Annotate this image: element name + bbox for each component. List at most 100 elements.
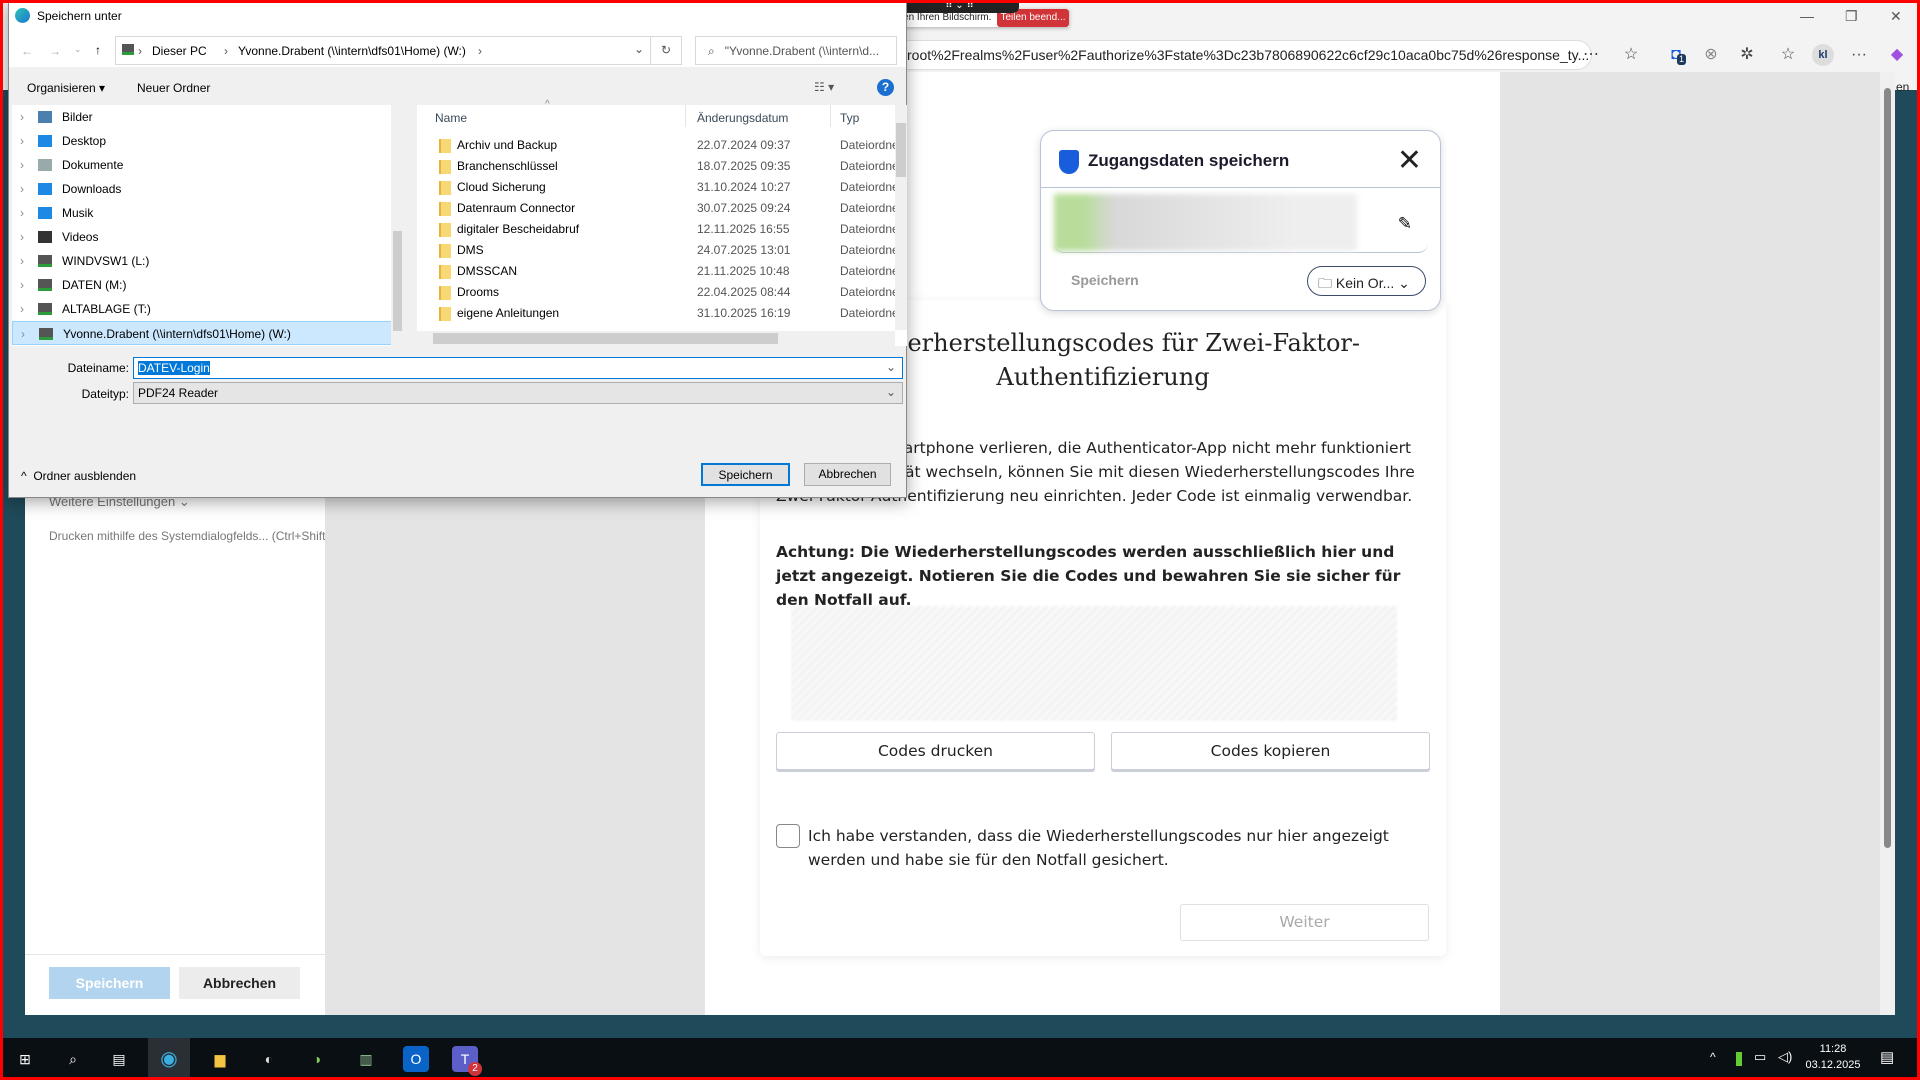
start-icon[interactable]: ⊞ [12, 1046, 38, 1072]
chevron-right-icon[interactable]: › [21, 322, 25, 346]
file-row[interactable]: Datenraum Connector30.07.2025 09:24Datei… [417, 198, 895, 219]
app-green-icon[interactable]: ◑ [304, 1046, 330, 1072]
file-vscrollbar[interactable] [895, 105, 907, 330]
folder-select[interactable]: 🗀 Kein Or... ⌄ [1307, 266, 1426, 296]
breadcrumb-item[interactable]: Dieser PC [152, 44, 207, 58]
extension-icon[interactable]: ⊗ [1700, 44, 1722, 66]
teams-icon[interactable]: T2 [452, 1046, 478, 1072]
hide-folders-toggle[interactable]: ^ Ordner ausblenden [21, 469, 136, 483]
file-row[interactable]: Archiv und Backup22.07.2024 09:37Dateior… [417, 135, 895, 156]
tree-item[interactable]: ›Videos [12, 225, 392, 249]
clipped-text: en [1896, 80, 1909, 94]
chevron-right-icon[interactable]: › [20, 153, 24, 177]
chevron-right-icon[interactable]: › [20, 129, 24, 153]
system-dialog-link[interactable]: Drucken mithilfe des Systemdialogfelds..… [49, 529, 325, 543]
chevron-right-icon[interactable]: › [20, 177, 24, 201]
edit-icon[interactable]: ✎ [1398, 214, 1412, 234]
share-toolbar-handle[interactable]: ⠿ ⌄ ⠿ [900, 0, 1019, 13]
more-menu-icon[interactable]: ··· [1848, 44, 1870, 66]
breadcrumb-item[interactable]: Yvonne.Drabent (\\intern\dfs01\Home) (W:… [238, 44, 466, 58]
outlook-icon[interactable]: O [403, 1046, 429, 1072]
chevron-right-icon[interactable]: › [20, 249, 24, 273]
tree-scrollbar[interactable] [391, 105, 404, 346]
close-window-button[interactable]: ✕ [1890, 8, 1902, 25]
copy-codes-button[interactable]: Codes kopieren [1111, 732, 1430, 770]
file-row[interactable]: digitaler Bescheidabruf12.11.2025 16:55D… [417, 219, 895, 240]
search-input[interactable]: ⌕ "Yvonne.Drabent (\\intern\d... [695, 36, 897, 65]
file-row[interactable]: eigene Anleitungen31.10.2025 16:19Dateio… [417, 303, 895, 324]
address-breadcrumb[interactable]: › Dieser PC › Yvonne.Drabent (\\intern\d… [115, 36, 655, 65]
bitwarden-extension-icon[interactable]: ◘1 [1665, 44, 1687, 66]
confirm-checkbox[interactable] [776, 824, 800, 848]
chevron-right-icon[interactable]: › [20, 273, 24, 297]
organize-menu[interactable]: Organisieren ▾ [27, 81, 105, 95]
dialog-save-button[interactable]: Speichern [701, 463, 790, 486]
favorite-star-icon[interactable]: ☆ [1620, 44, 1642, 66]
tree-item[interactable]: ›ALTABLAGE (T:) [12, 297, 392, 321]
filetype-select[interactable]: PDF24 Reader⌄ [133, 382, 903, 404]
reader-icon[interactable]: ⋯ [1580, 44, 1602, 66]
confirm-label[interactable]: Ich habe verstanden, dass die Wiederhers… [808, 824, 1438, 872]
volume-icon[interactable]: ◁) [1778, 1049, 1792, 1065]
chevron-right-icon[interactable]: › [20, 201, 24, 225]
file-type: Dateiordner [840, 282, 895, 303]
back-button[interactable]: ← [21, 44, 33, 58]
chevron-right-icon[interactable]: › [20, 105, 24, 129]
favorites-icon[interactable]: ☆ [1777, 44, 1799, 66]
notification-icon[interactable]: ▤ [1880, 1048, 1894, 1066]
extensions-puzzle-icon[interactable]: ✲ [1736, 44, 1758, 66]
tree-item[interactable]: ›Musik [12, 201, 392, 225]
tree-item[interactable]: ›Bilder [12, 105, 392, 129]
tray-chevron-icon[interactable]: ^ [1710, 1050, 1716, 1064]
up-button[interactable]: ↑ [95, 43, 101, 57]
file-row[interactable]: DMSSCAN21.11.2025 10:48Dateiordner [417, 261, 895, 282]
print-cancel-button[interactable]: Abbrechen [179, 967, 300, 999]
tree-item[interactable]: ›Dokumente [12, 153, 392, 177]
print-save-button[interactable]: Speichern [49, 967, 170, 999]
battery-icon[interactable] [1736, 1052, 1742, 1066]
new-folder-button[interactable]: Neuer Ordner [137, 81, 210, 95]
edge-taskbar-icon[interactable]: ◉ [148, 1038, 190, 1080]
file-row[interactable]: DMS24.07.2025 13:01Dateiordner [417, 240, 895, 261]
tree-item[interactable]: ›Yvonne.Drabent (\\intern\dfs01\Home) (W… [12, 321, 392, 345]
copilot-icon[interactable]: ◆ [1886, 44, 1908, 66]
file-hscrollbar[interactable] [417, 331, 895, 346]
minimize-button[interactable]: — [1800, 8, 1814, 24]
tree-item[interactable]: ›Downloads [12, 177, 392, 201]
profile-avatar[interactable]: kl [1812, 44, 1834, 66]
chevron-right-icon[interactable]: › [20, 225, 24, 249]
search-icon[interactable]: ⌕ [60, 1046, 86, 1072]
dialog-title: Speichern unter [37, 9, 122, 23]
tree-item[interactable]: ›WINDVSW1 (L:) [12, 249, 392, 273]
task-view-icon[interactable]: ▤ [106, 1046, 132, 1072]
restore-button[interactable]: ❐ [1845, 8, 1858, 25]
file-row[interactable]: Cloud Sicherung31.10.2024 10:27Dateiordn… [417, 177, 895, 198]
help-icon[interactable]: ? [877, 79, 894, 96]
recent-dropdown[interactable]: ⌄ [74, 44, 82, 55]
dialog-cancel-button[interactable]: Abbrechen [804, 463, 891, 486]
tree-item[interactable]: ›Desktop [12, 129, 392, 153]
close-icon[interactable]: ✕ [1397, 143, 1422, 178]
file-row[interactable]: Branchenschlüssel18.07.2025 09:35Dateior… [417, 156, 895, 177]
chevron-down-icon[interactable]: ⌄ [634, 42, 644, 56]
clock[interactable]: 11:2803.12.2025 [1802, 1043, 1864, 1071]
filename-input[interactable]: DATEV-Login⌄ [133, 357, 903, 379]
scrollbar-thumb[interactable] [1884, 88, 1891, 848]
refresh-button[interactable]: ↻ [650, 36, 682, 65]
next-button[interactable]: Weiter [1180, 904, 1429, 941]
file-type: Dateiordner [840, 156, 895, 177]
file-explorer-icon[interactable]: ▆ [207, 1046, 233, 1072]
warning-paragraph: Achtung: Die Wiederherstellungscodes wer… [776, 540, 1436, 612]
file-row[interactable]: Drooms22.04.2025 08:44Dateiordner [417, 282, 895, 303]
address-bar[interactable]: root%2Frealms%2Fuser%2Fauthorize%3Fstate… [880, 40, 1592, 70]
spreadsheet-app-icon[interactable]: ▥ [353, 1046, 379, 1072]
print-codes-button[interactable]: Codes drucken [776, 732, 1095, 770]
network-icon[interactable]: ▭ [1754, 1049, 1766, 1065]
view-options-icon[interactable]: ☷ ▾ [814, 80, 834, 94]
tree-item[interactable]: ›DATEN (M:) [12, 273, 392, 297]
chevron-down-icon[interactable]: ⌄ [886, 360, 896, 374]
chevron-right-icon[interactable]: › [20, 297, 24, 321]
bw-save-button[interactable]: Speichern [1071, 272, 1139, 288]
forward-button[interactable]: → [49, 44, 61, 58]
app-icon[interactable]: ◐ [256, 1046, 282, 1072]
